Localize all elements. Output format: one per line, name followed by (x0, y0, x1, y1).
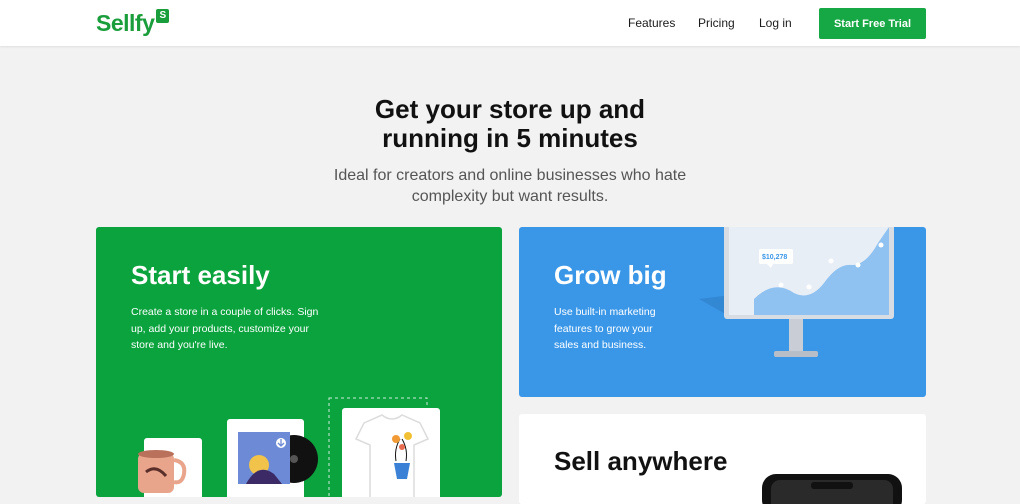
hero-title-line-2: running in 5 minutes (382, 123, 638, 153)
hero-subtitle: Ideal for creators and online businesses… (300, 165, 720, 207)
phone-illustration (762, 474, 902, 504)
monitor-illustration (699, 227, 894, 357)
tshirt-product-card (342, 408, 440, 497)
start-free-trial-button[interactable]: Start Free Trial (819, 8, 926, 39)
site-header: Sellfy S Features Pricing Log in Start F… (0, 0, 1020, 46)
hero-title: Get your store up and running in 5 minut… (260, 95, 760, 153)
nav-login-link[interactable]: Log in (759, 16, 792, 30)
start-easily-card: Start easily Create a store in a couple … (96, 227, 502, 497)
hero-title-line-1: Get your store up and (374, 94, 646, 124)
hero-subtitle-line-2: complexity but want results. (411, 188, 609, 205)
hero-subtitle-line-1: Ideal for creators and online businesses… (333, 167, 687, 184)
nav-features-link[interactable]: Features (628, 16, 675, 30)
logo-badge: S (156, 9, 170, 23)
sell-anywhere-card: Sell anywhere (519, 414, 926, 504)
nav-pricing-link[interactable]: Pricing (698, 16, 735, 30)
grow-big-card: Grow big Use built-in marketing features… (519, 227, 926, 397)
album-product-card (227, 419, 318, 497)
product-illustration (138, 397, 440, 497)
sellfy-logo[interactable]: Sellfy S (96, 9, 170, 37)
logo-text: Sellfy (96, 10, 155, 36)
mug-product-card (138, 438, 202, 497)
revenue-badge: $10,278 (762, 254, 788, 261)
